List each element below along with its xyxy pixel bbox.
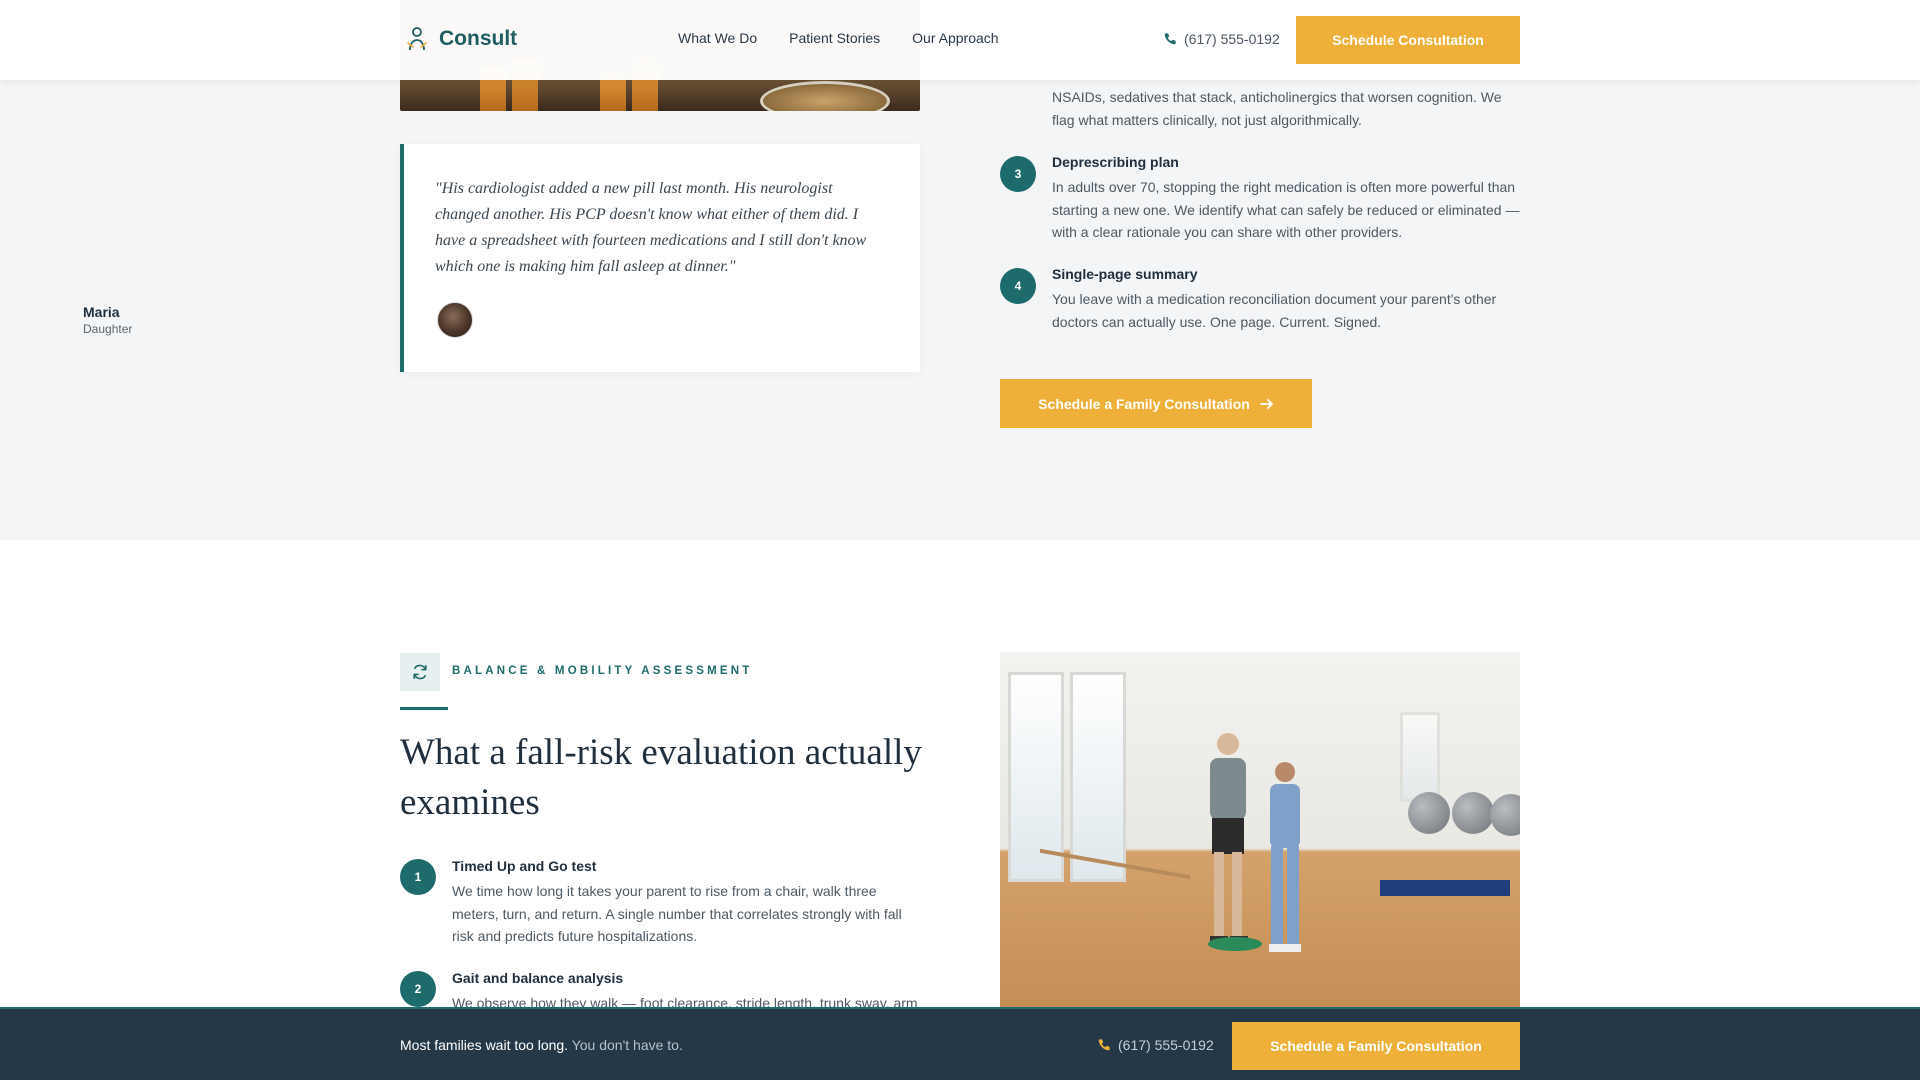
step-number: 4 [1000, 268, 1036, 304]
testimonial-card: "His cardiologist added a new pill last … [400, 144, 920, 372]
section-headline: What a fall-risk evaluation actually exa… [400, 732, 922, 823]
testimonial-name: Maria [83, 304, 120, 320]
eyebrow-divider [400, 707, 448, 710]
phone-icon [1164, 33, 1176, 45]
sticky-message: Most families wait too long. You don't h… [400, 1037, 683, 1053]
header-phone-number: (617) 555-0192 [1184, 31, 1280, 47]
arrow-right-icon [1259, 398, 1273, 409]
step-description: NSAIDs, sedatives that stack, anticholin… [1052, 89, 1502, 128]
site-header: Consult What We Do Patient Stories Our A… [0, 0, 1920, 80]
testimonial-role: Daughter [83, 322, 133, 336]
physical-therapy-photo [1000, 652, 1520, 1009]
section-eyebrow: BALANCE & MOBILITY ASSESSMENT [452, 665, 753, 677]
header-phone-link[interactable]: (617) 555-0192 [1163, 31, 1280, 47]
care-logo-icon [407, 27, 427, 51]
phone-icon [1098, 1039, 1110, 1051]
refresh-icon-box [400, 653, 440, 691]
step-number: 2 [400, 971, 436, 1007]
medication-review-section: "His cardiologist added a new pill last … [0, 0, 1920, 540]
step-number: 1 [400, 859, 436, 895]
step-title: Timed Up and Go test [452, 858, 597, 874]
step-title: Single-page summary [1052, 266, 1198, 282]
schedule-family-consultation-button[interactable]: Schedule a Family Consultation [1000, 379, 1312, 428]
step-description: We time how long it takes your parent to… [452, 883, 902, 944]
step-title: Gait and balance analysis [452, 970, 624, 986]
schedule-consultation-button[interactable]: Schedule Consultation [1296, 16, 1520, 64]
refresh-icon [413, 664, 427, 680]
avatar [437, 302, 473, 338]
sticky-phone-link[interactable]: (617) 555-0192 [1097, 1037, 1214, 1053]
brand-name: Consult [439, 27, 518, 50]
step-description: In adults over 70, stopping the right me… [1052, 179, 1520, 240]
family-cta-label: Schedule a Family Consultation [1038, 395, 1250, 412]
nav-our-approach[interactable]: Our Approach [912, 30, 998, 46]
nav-patient-stories[interactable]: Patient Stories [789, 30, 880, 46]
sticky-schedule-button[interactable]: Schedule a Family Consultation [1232, 1022, 1520, 1070]
nav-what-we-do[interactable]: What We Do [678, 30, 757, 46]
step-description: You leave with a medication reconciliati… [1052, 291, 1497, 330]
sticky-message-strong: Most families wait too long. [400, 1037, 569, 1053]
brand-logo[interactable]: Consult [405, 26, 517, 52]
sticky-message-muted: You don't have to. [571, 1037, 683, 1053]
testimonial-quote: "His cardiologist added a new pill last … [435, 180, 867, 275]
sticky-phone-number: (617) 555-0192 [1118, 1037, 1214, 1053]
main-nav: What We Do Patient Stories Our Approach [678, 30, 999, 46]
step-title: Deprescribing plan [1052, 154, 1179, 170]
step-number: 3 [1000, 156, 1036, 192]
sticky-cta-bar: Most families wait too long. You don't h… [0, 1007, 1920, 1080]
